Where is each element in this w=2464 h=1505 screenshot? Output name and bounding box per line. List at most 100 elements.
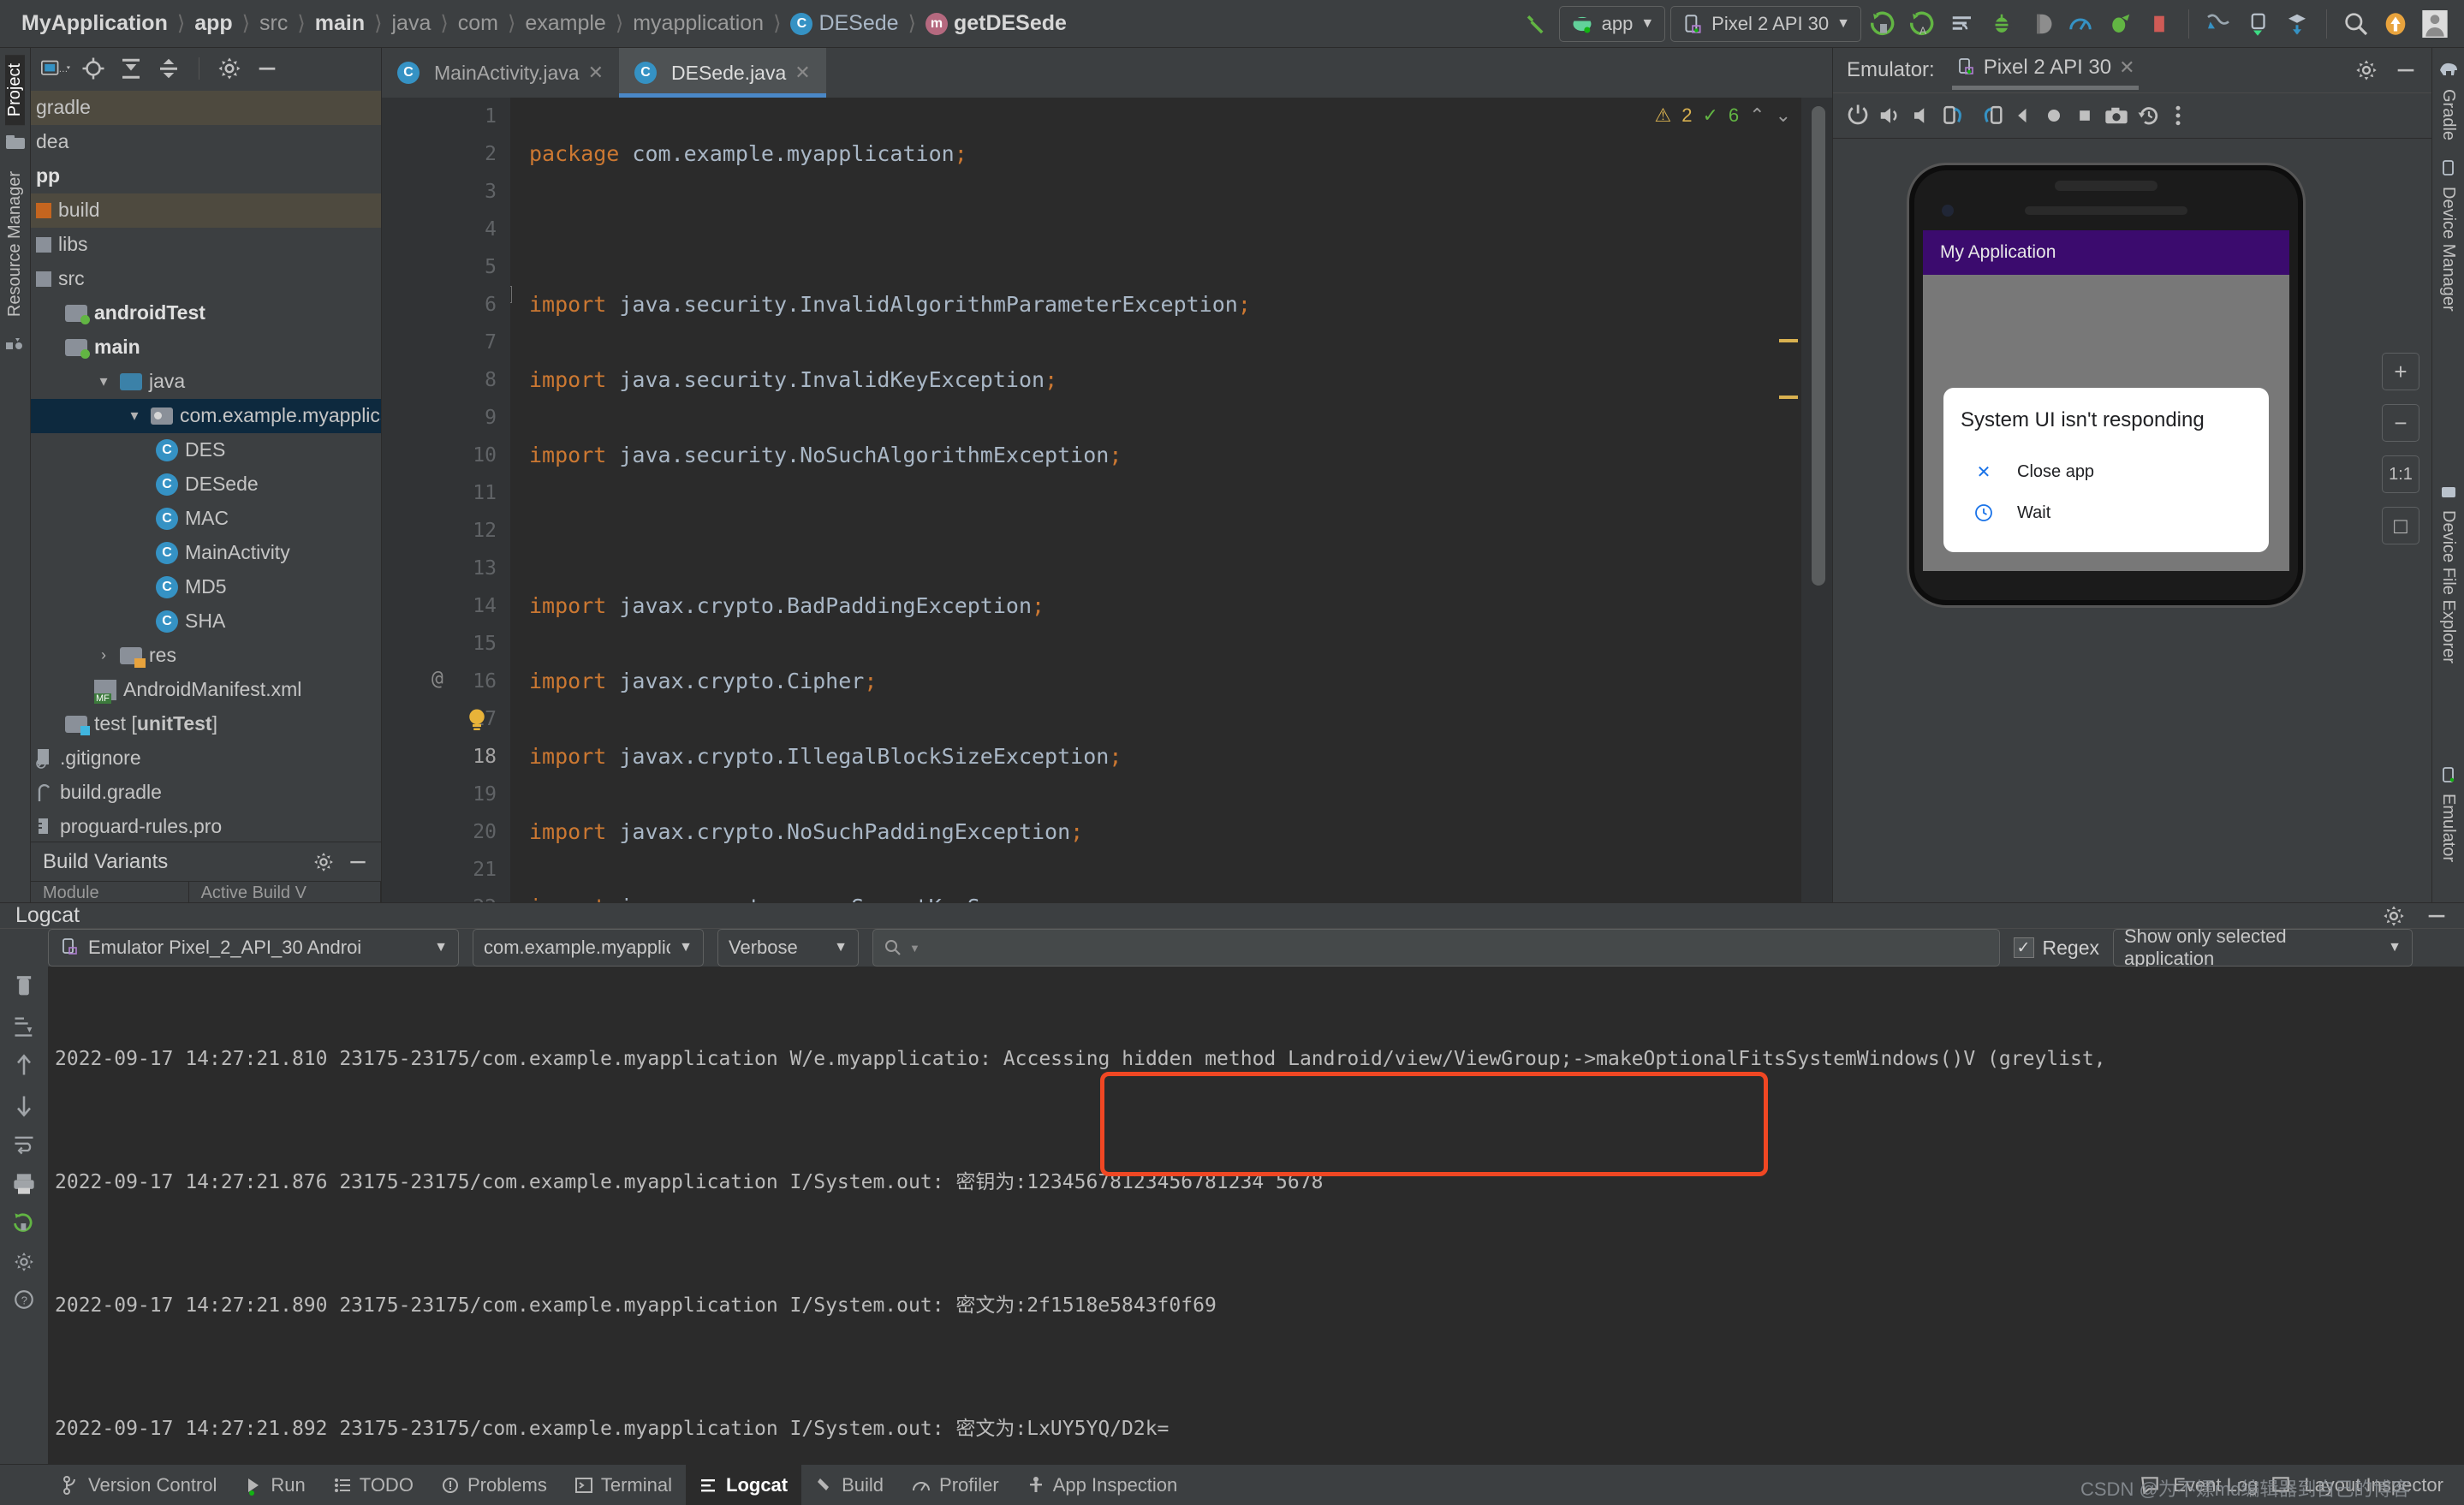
tool-window-gradle[interactable]: Gradle — [2438, 80, 2458, 149]
anr-dialog[interactable]: System UI isn't responding ✕ Close app W… — [1943, 388, 2269, 552]
breadcrumb-item-getdesede[interactable]: m getDESede — [920, 9, 1073, 38]
breadcrumb-item-myapplication[interactable]: MyApplication — [15, 9, 174, 38]
search-icon[interactable] — [2339, 7, 2373, 41]
logcat-level-selector[interactable]: Verbose ▼ — [717, 929, 859, 967]
chevron-right-icon[interactable]: › — [94, 646, 113, 664]
logcat-filter-selector[interactable]: Show only selected application ▼ — [2113, 925, 2413, 969]
attach-debugger-icon[interactable] — [2024, 7, 2058, 41]
expand-all-icon[interactable] — [116, 54, 146, 83]
breadcrumb-item-main[interactable]: main — [309, 9, 371, 38]
volume-down-icon[interactable] — [1910, 103, 1936, 128]
stop-icon[interactable] — [2142, 7, 2176, 41]
status-item-todo[interactable]: TODO — [319, 1465, 427, 1505]
tree-item-idea[interactable]: dea — [31, 125, 381, 159]
search-filter-chevron-icon[interactable]: ▼ — [909, 942, 920, 955]
settings-icon[interactable] — [13, 1251, 35, 1273]
run-with-coverage-icon[interactable]: A — [1906, 7, 1940, 41]
avd-manager-icon[interactable] — [2241, 7, 2275, 41]
tool-window-device-manager[interactable]: Device Manager — [2438, 178, 2458, 320]
hide-icon[interactable] — [253, 54, 282, 83]
tree-item-src[interactable]: src — [31, 262, 381, 296]
status-item-terminal[interactable]: Terminal — [561, 1465, 686, 1505]
breadcrumb-item-java[interactable]: java — [385, 9, 437, 38]
sdk-manager-icon[interactable] — [2280, 7, 2314, 41]
inspection-widget[interactable]: ⚠ 2 ✓ 6 ⌃ ⌄ — [1654, 104, 1791, 127]
profile-icon[interactable] — [2063, 7, 2098, 41]
home-icon[interactable] — [2042, 104, 2066, 128]
debug-icon[interactable] — [1985, 7, 2019, 41]
scrollbar-thumb[interactable] — [1812, 106, 1825, 586]
chevron-down-icon[interactable]: ▾ — [94, 372, 113, 390]
tree-item-gitignore[interactable]: .gitignore — [31, 741, 381, 776]
checkbox-icon[interactable]: ✓ — [2013, 937, 2034, 958]
rotate-left-icon[interactable] — [1943, 103, 1970, 128]
print-icon[interactable] — [13, 1172, 35, 1196]
logcat-output[interactable]: 2022-09-17 14:27:21.810 23175-23175/com.… — [48, 967, 2464, 1464]
tool-window-project[interactable]: Project — [5, 55, 25, 126]
clear-icon[interactable] — [13, 975, 35, 999]
screenshot-icon[interactable] — [2104, 104, 2129, 128]
zoom-out-button[interactable]: − — [2382, 404, 2419, 442]
tree-item-libs[interactable]: libs — [31, 228, 381, 262]
tree-item-androidtest[interactable]: androidTest — [31, 296, 381, 330]
hide-icon[interactable] — [347, 851, 369, 873]
run-icon[interactable] — [1866, 7, 1901, 41]
sync-gradle-icon[interactable] — [2201, 7, 2235, 41]
editor-gutter[interactable]: 1 2 3 4 5 6 7 8 9 10 11 12 13 14 15 16 1 — [382, 98, 510, 902]
power-icon[interactable] — [1845, 103, 1871, 128]
scroll-to-end-icon[interactable] — [13, 1014, 35, 1038]
hide-icon[interactable] — [2394, 58, 2418, 82]
restart-icon[interactable] — [13, 1211, 35, 1235]
breadcrumb-item-myapplication-pkg[interactable]: myapplication — [627, 9, 770, 38]
settings-icon[interactable] — [215, 54, 244, 83]
down-icon[interactable] — [13, 1093, 35, 1117]
tab-desede[interactable]: C DESede.java ✕ — [619, 48, 826, 98]
tree-item-app[interactable]: pp — [31, 159, 381, 193]
breadcrumb-item-com[interactable]: com — [452, 9, 504, 38]
project-view-selector[interactable]: … — [41, 54, 70, 83]
intention-bulb-icon[interactable] — [466, 707, 488, 733]
logcat-search-input[interactable]: ▼ — [872, 929, 2000, 967]
status-item-build[interactable]: Build — [801, 1465, 897, 1505]
up-icon[interactable] — [13, 1054, 35, 1078]
settings-icon[interactable] — [2382, 904, 2406, 928]
chevron-up-icon[interactable]: ⌃ — [1749, 104, 1765, 127]
chevron-down-icon[interactable]: ▾ — [125, 407, 144, 425]
stop-debug-icon[interactable] — [2103, 7, 2137, 41]
status-item-profiler[interactable]: Profiler — [897, 1465, 1013, 1505]
more-icon[interactable] — [2169, 103, 2187, 128]
device-selector[interactable]: Pixel 2 API 30 ▼ — [1670, 5, 1861, 42]
breadcrumb-item-src[interactable]: src — [253, 9, 294, 38]
back-icon[interactable] — [2011, 104, 2035, 128]
tree-item-res[interactable]: › res — [31, 639, 381, 673]
device-screen[interactable]: My Application System UI isn't respondin… — [1923, 230, 2289, 571]
settings-icon[interactable] — [312, 851, 335, 873]
tree-item-java[interactable]: ▾ java — [31, 365, 381, 399]
hammer-build-icon[interactable] — [1520, 7, 1554, 41]
tree-item-test[interactable]: test [unitTest] — [31, 707, 381, 741]
collapse-all-icon[interactable] — [154, 54, 183, 83]
volume-up-icon[interactable] — [1878, 103, 1903, 128]
update-icon[interactable] — [2378, 7, 2413, 41]
tool-window-device-file-explorer[interactable]: Device File Explorer — [2438, 502, 2458, 672]
help-icon[interactable]: ? — [13, 1288, 35, 1311]
rotate-right-icon[interactable] — [1977, 103, 2004, 128]
zoom-in-button[interactable]: + — [2382, 353, 2419, 390]
tab-mainactivity[interactable]: C MainActivity.java ✕ — [382, 48, 619, 98]
status-item-version-control[interactable]: Version Control — [48, 1465, 230, 1505]
breadcrumb-item-app[interactable]: app — [188, 9, 238, 38]
tree-item-package[interactable]: ▾com.example.myapplication — [31, 398, 381, 433]
breadcrumb-item-example[interactable]: example — [519, 9, 612, 38]
tree-item-mac[interactable]: C MAC — [31, 502, 381, 536]
close-icon[interactable]: ✕ — [2119, 57, 2134, 79]
hide-icon[interactable] — [2425, 904, 2449, 928]
close-icon[interactable]: ✕ — [588, 62, 604, 84]
tree-item-gradle[interactable]: gradle — [31, 90, 381, 125]
logcat-device-selector[interactable]: Emulator Pixel_2_API_30 Androi ▼ — [48, 929, 459, 967]
locate-icon[interactable] — [79, 54, 108, 83]
anr-wait-action[interactable]: Wait — [1961, 492, 2252, 533]
status-item-problems[interactable]: Problems — [427, 1465, 561, 1505]
tree-item-mainactivity[interactable]: C MainActivity — [31, 536, 381, 570]
emulator-tab[interactable]: Pixel 2 API 30 ✕ — [1947, 51, 2144, 90]
soft-wrap-icon[interactable] — [13, 1133, 35, 1157]
